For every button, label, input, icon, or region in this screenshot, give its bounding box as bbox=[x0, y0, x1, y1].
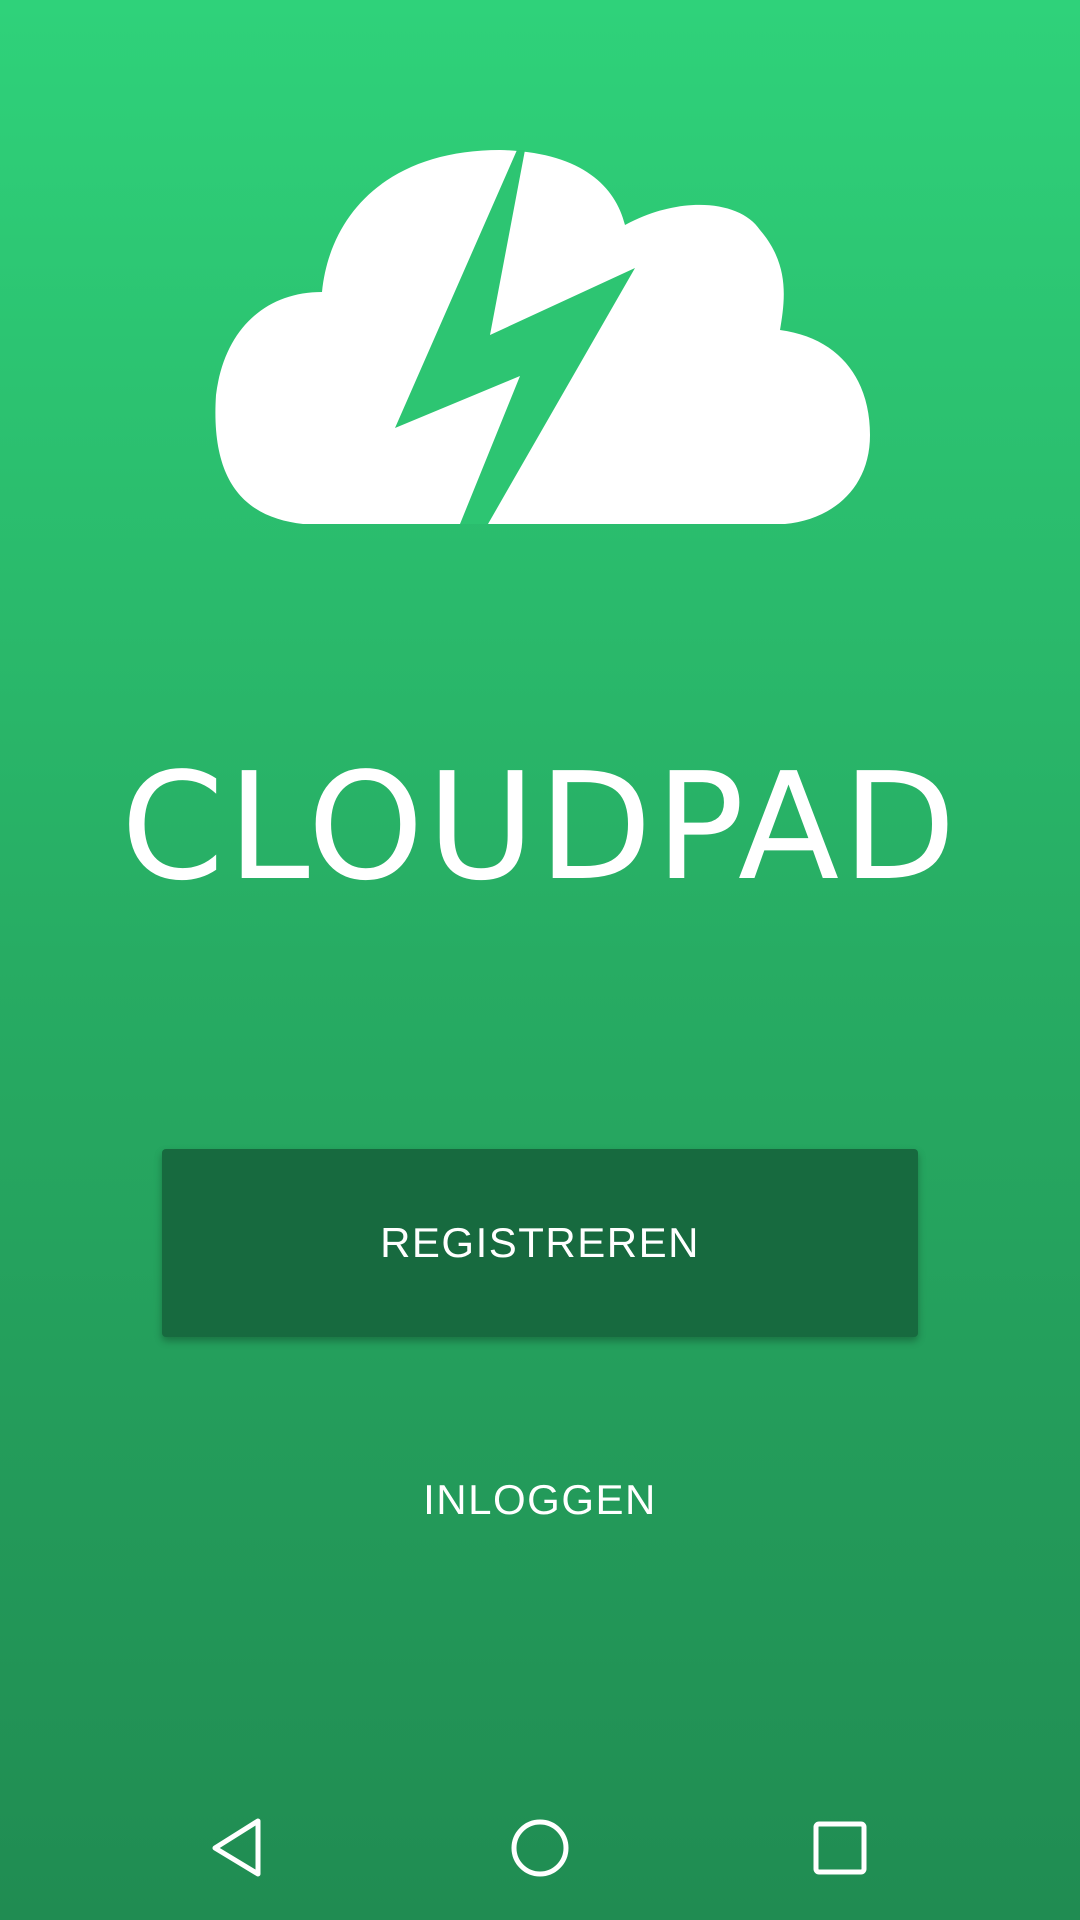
recents-button[interactable] bbox=[790, 1798, 890, 1898]
register-button[interactable]: REGISTREREN bbox=[162, 1149, 918, 1337]
app-title: CLOUDPAD bbox=[120, 741, 960, 913]
triangle-back-icon bbox=[212, 1818, 261, 1877]
circle-home-icon bbox=[511, 1819, 569, 1877]
home-button[interactable] bbox=[490, 1798, 590, 1898]
cloud-lightning-icon bbox=[0, 0, 1080, 560]
system-navigation-bar bbox=[0, 1776, 1080, 1920]
login-button[interactable]: INLOGGEN bbox=[340, 1440, 740, 1560]
back-button[interactable] bbox=[190, 1798, 290, 1898]
square-recents-icon bbox=[813, 1821, 867, 1875]
